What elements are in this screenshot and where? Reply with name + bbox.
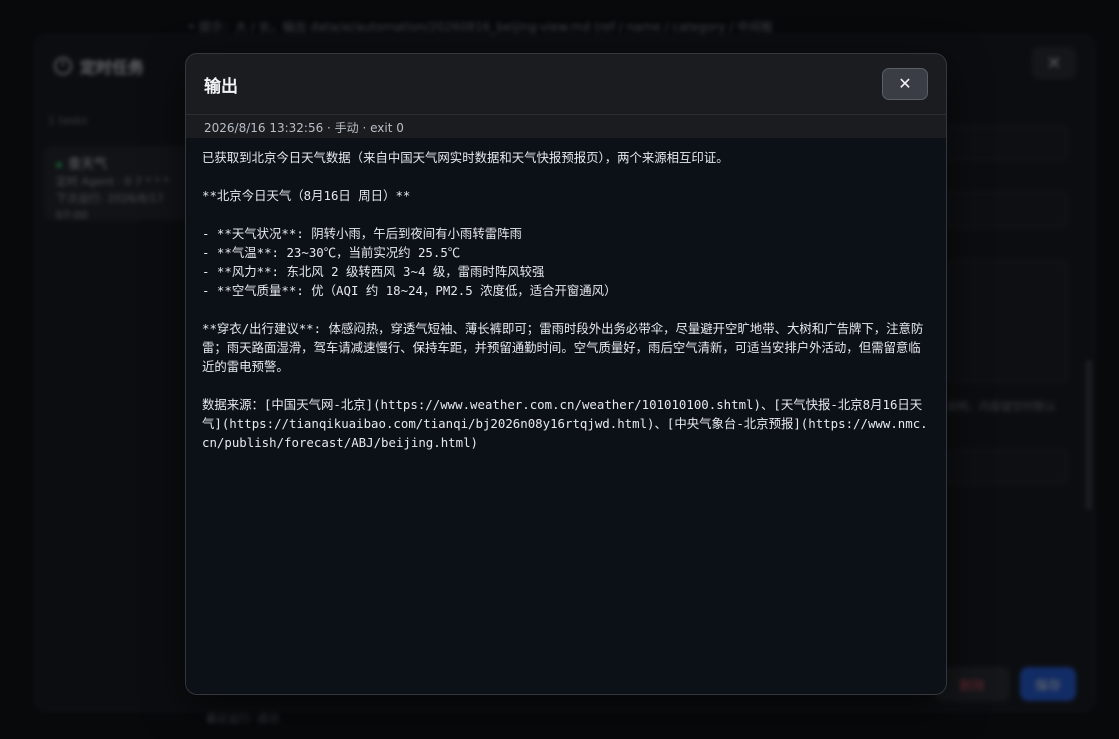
close-icon: ✕	[898, 74, 912, 93]
modal-title: 输出	[204, 76, 238, 97]
modal-header: 输出 ✕	[186, 54, 946, 114]
run-meta: 2026/8/16 13:32:56 · 手动 · exit 0	[186, 114, 946, 136]
output-area: 已获取到北京今日天气数据（来自中国天气网实时数据和天气快报预报页），两个来源相互…	[186, 138, 946, 694]
modal-close-button[interactable]: ✕	[882, 68, 928, 100]
output-modal: 输出 ✕ 2026/8/16 13:32:56 · 手动 · exit 0 已获…	[185, 53, 947, 695]
output-text: 已获取到北京今日天气数据（来自中国天气网实时数据和天气快报预报页），两个来源相互…	[202, 150, 928, 450]
